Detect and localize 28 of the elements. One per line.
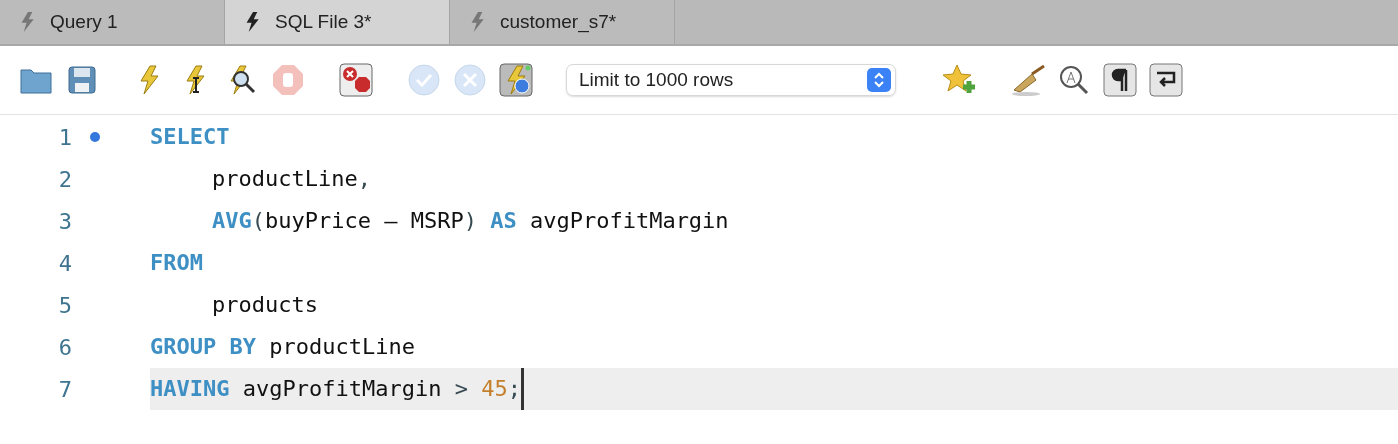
search-icon <box>1058 64 1090 96</box>
star-plus-icon <box>943 64 977 96</box>
line-number: 3 <box>57 208 72 234</box>
error-stop-icon <box>339 63 373 97</box>
editor-tab[interactable]: SQL File 3* <box>225 0 450 44</box>
code-line: FROM <box>150 249 203 277</box>
toolbar-button[interactable] <box>1102 62 1138 98</box>
line-number: 5 <box>57 292 72 318</box>
check-icon <box>407 63 441 97</box>
code-line: productLine, <box>211 165 371 193</box>
stepper-icon <box>873 72 885 88</box>
line-number: 1 <box>57 124 72 150</box>
code-line: HAVING avgProfitMargin > 45; <box>150 368 524 410</box>
limit-dropdown[interactable]: Limit to 1000 rows <box>566 64 896 96</box>
wrap-icon <box>1149 63 1183 97</box>
code-line: products <box>211 291 318 319</box>
line-number: 4 <box>57 250 72 276</box>
pilcrow-icon <box>1103 63 1137 97</box>
line-number: 7 <box>57 376 72 402</box>
folder-icon <box>20 66 52 94</box>
code-line: AVG(buyPrice – MSRP) AS avgProfitMargin <box>211 207 729 235</box>
cross-icon <box>453 63 487 97</box>
toolbar-button[interactable] <box>1148 62 1184 98</box>
lightning-check-icon <box>499 63 533 97</box>
code-line: GROUP BY productLine <box>150 333 415 361</box>
line-number: 2 <box>57 166 72 192</box>
line-number: 6 <box>57 334 72 360</box>
code-line: SELECT <box>150 123 230 151</box>
